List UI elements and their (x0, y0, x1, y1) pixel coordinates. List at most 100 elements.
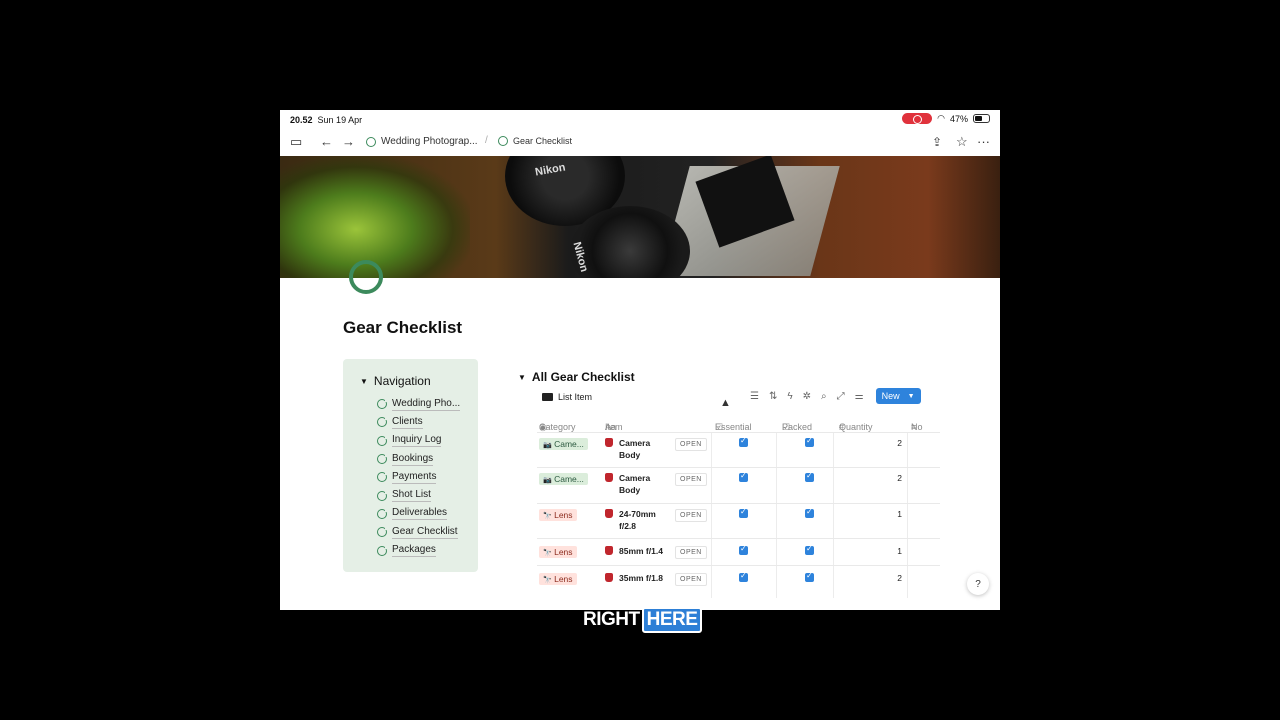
item-cell[interactable]: Camera Body (605, 437, 671, 461)
nav-link-shot-list[interactable]: Shot List (377, 486, 460, 504)
packed-checkbox[interactable] (805, 544, 814, 555)
backpack-icon (605, 509, 613, 518)
open-button[interactable]: OPEN (675, 438, 707, 451)
category-emoji-icon: 🔭 (543, 577, 552, 584)
breadcrumb-separator: / (485, 135, 488, 146)
category-tag: 📷 Came... (539, 438, 588, 450)
nav-link-packages[interactable]: Packages (377, 541, 460, 559)
category-emoji-icon: 🔭 (543, 550, 552, 557)
mouse-cursor-icon: ▲ (720, 397, 731, 409)
page-link-icon (377, 544, 389, 556)
category-emoji-icon: 📷 (543, 477, 552, 484)
open-button[interactable]: OPEN (675, 546, 707, 559)
nav-link-gear-checklist[interactable]: Gear Checklist (377, 523, 460, 541)
backpack-icon (605, 546, 613, 555)
battery-icon (973, 114, 990, 123)
folder-icon (542, 393, 553, 401)
back-arrow-icon[interactable]: ← (320, 134, 333, 150)
category-tag: 🔭 Lens (539, 573, 577, 585)
help-icon[interactable]: ? (967, 573, 989, 595)
battery-percent: 47% (949, 113, 968, 124)
triangle-down-icon: ▼ (518, 372, 526, 382)
page-title: Gear Checklist (343, 318, 463, 337)
essential-checkbox[interactable] (739, 544, 748, 555)
page-link-icon (377, 507, 389, 519)
gear-table: ◉ Category Aa Item ☑ Essential ☑ Packed # Qua… (537, 412, 940, 598)
top-nav-bar: ▭ ← → Wedding Photograp... / Gear Checkl… (280, 130, 1000, 156)
view-tab-list-item[interactable]: List Item (542, 392, 592, 402)
navigation-callout: ▼ Navigation Wedding Pho... Clients Inqu… (343, 359, 478, 572)
nav-link-inquiry-log[interactable]: Inquiry Log (377, 432, 460, 450)
essential-checkbox[interactable] (739, 571, 748, 582)
star-icon[interactable]: ☆ (956, 134, 968, 150)
page-link-icon (377, 398, 389, 410)
cover-image: Nikon Nikon (280, 156, 1000, 278)
table-row[interactable]: 📷 Came... Camera Body OPEN 2 (537, 432, 940, 467)
sort-icon[interactable]: ⇅ (769, 391, 777, 402)
category-tag: 🔭 Lens (539, 546, 577, 558)
packed-checkbox[interactable] (805, 507, 814, 518)
open-button[interactable]: OPEN (675, 573, 707, 586)
category-cell[interactable]: 📷 Came... (539, 473, 588, 485)
page-link-icon (377, 434, 389, 446)
filter-icon[interactable]: ☰ (750, 391, 759, 402)
ai-sparkle-icon[interactable]: ✲ (803, 391, 811, 402)
table-row[interactable]: 🔭 Lens 35mm f/1.8 OPEN 2 (537, 565, 940, 593)
page-link-icon (377, 471, 389, 483)
page-ring-icon[interactable] (349, 260, 383, 294)
more-icon[interactable]: ··· (977, 134, 990, 150)
essential-checkbox[interactable] (739, 471, 748, 482)
nav-link-clients[interactable]: Clients (377, 413, 460, 431)
page-link-icon (377, 453, 389, 465)
category-cell[interactable]: 📷 Came... (539, 438, 588, 450)
nav-link-bookings[interactable]: Bookings (377, 450, 460, 468)
page-link-icon (377, 489, 389, 501)
settings-icon[interactable]: ⚌ (855, 391, 864, 402)
nav-link-wedding[interactable]: Wedding Pho... (377, 395, 461, 413)
item-cell[interactable]: 85mm f/1.4 (605, 545, 671, 557)
nav-link-payments[interactable]: Payments (377, 468, 460, 486)
navigation-toggle[interactable]: ▼ Navigation (360, 374, 431, 388)
item-cell[interactable]: Camera Body (605, 472, 671, 496)
new-button[interactable]: New ▼ (875, 388, 921, 404)
essential-checkbox[interactable] (739, 436, 748, 447)
screen-recording-icon (902, 113, 933, 124)
category-tag: 🔭 Lens (539, 509, 577, 521)
table-row[interactable]: 🔭 Lens 24-70mm f/2.8 OPEN 1 (537, 503, 940, 538)
quantity-cell[interactable]: 1 (892, 509, 902, 519)
database-title[interactable]: ▼ All Gear Checklist (518, 370, 635, 384)
essential-checkbox[interactable] (739, 507, 748, 518)
breadcrumb-parent[interactable]: Wedding Photograp... (366, 136, 478, 147)
page-link-icon (377, 526, 389, 538)
forward-arrow-icon[interactable]: → (342, 134, 355, 150)
category-cell[interactable]: 🔭 Lens (539, 546, 577, 558)
category-cell[interactable]: 🔭 Lens (539, 573, 577, 585)
open-button[interactable]: OPEN (675, 473, 707, 486)
packed-checkbox[interactable] (805, 471, 814, 482)
chevron-down-icon[interactable]: ▼ (908, 393, 915, 400)
item-cell[interactable]: 24-70mm f/2.8 (605, 508, 671, 532)
table-row[interactable]: 📷 Came... Camera Body OPEN 2 (537, 467, 940, 503)
app-screen: 20.52 Sun 19 Apr ◠ 47% ▭ ← → Wedding Pho… (280, 110, 1000, 610)
expand-icon[interactable]: ⤢ (837, 391, 845, 402)
quantity-cell[interactable]: 1 (892, 546, 902, 556)
navigation-list: Wedding Pho... Clients Inquiry Log Booki… (377, 395, 461, 560)
open-button[interactable]: OPEN (675, 509, 707, 522)
packed-checkbox[interactable] (805, 436, 814, 447)
table-row[interactable]: 🔭 Lens 85mm f/1.4 OPEN 1 (537, 538, 940, 565)
wifi-icon: ◠ (937, 113, 945, 123)
search-icon[interactable]: ⌕ (821, 391, 827, 402)
status-time: 20.52 Sun 19 Apr (290, 115, 363, 125)
quantity-cell[interactable]: 2 (892, 438, 902, 448)
packed-checkbox[interactable] (805, 571, 814, 582)
breadcrumb-current[interactable]: Gear Checklist (498, 136, 572, 146)
item-cell[interactable]: 35mm f/1.8 (605, 572, 671, 584)
nav-link-deliverables[interactable]: Deliverables (377, 505, 460, 523)
automation-icon[interactable]: ϟ (787, 391, 792, 402)
quantity-cell[interactable]: 2 (892, 473, 902, 483)
quantity-cell[interactable]: 2 (892, 573, 902, 583)
share-icon[interactable]: ⇪ (932, 134, 942, 150)
category-cell[interactable]: 🔭 Lens (539, 509, 577, 521)
sidebar-toggle-icon[interactable]: ▭ (290, 134, 302, 150)
category-emoji-icon: 🔭 (543, 513, 552, 520)
